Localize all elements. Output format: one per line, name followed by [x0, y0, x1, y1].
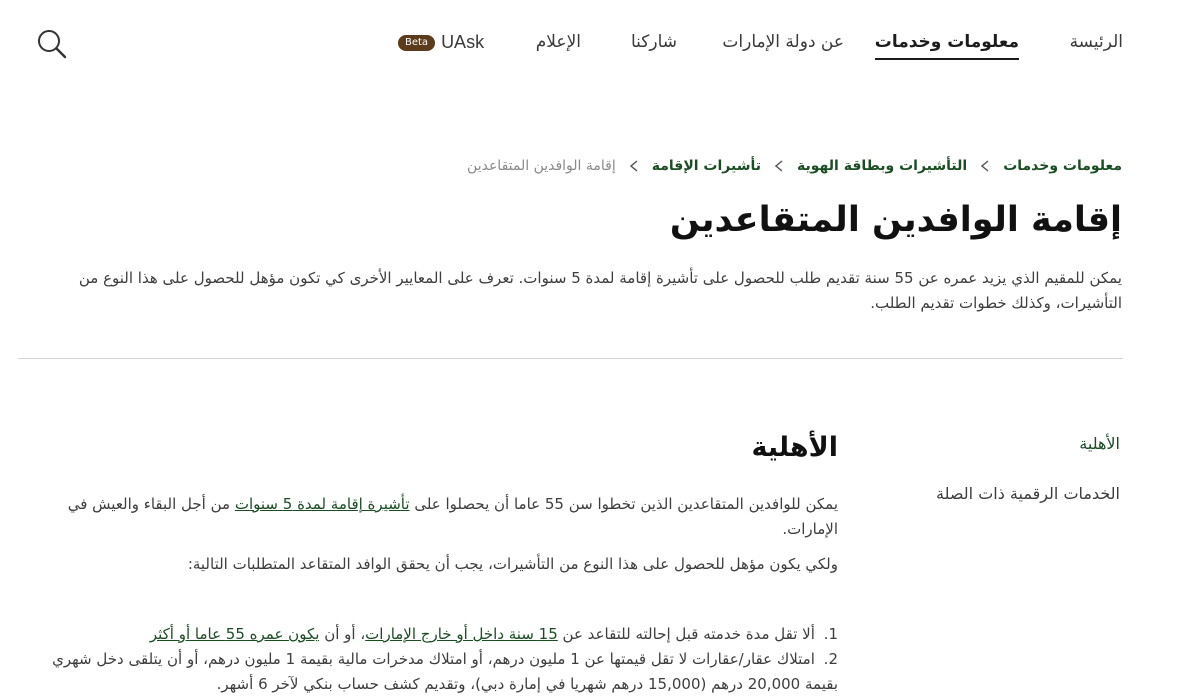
list-item: 2. امتلاك عقار/عقارات لا تقل قيمتها عن 1…: [48, 647, 838, 697]
residence-visa-5-years-link[interactable]: تأشيرة إقامة لمدة 5 سنوات: [235, 495, 410, 513]
service-15-years-link[interactable]: 15 سنة داخل أو خارج الإمارات: [365, 625, 558, 643]
breadcrumb-item-info-services[interactable]: معلومات وخدمات: [1003, 158, 1122, 174]
breadcrumb-item-residence-visas[interactable]: تأشيرات الإقامة: [652, 158, 761, 174]
nav-about-uae[interactable]: عن دولة الإمارات: [722, 32, 844, 52]
list-text: ألا تقل مدة خدمته قبل إحالته للتقاعد عن: [557, 625, 815, 643]
nav-home[interactable]: الرئيسة: [1070, 32, 1123, 52]
search-button[interactable]: [36, 28, 68, 60]
page-title: إقامة الوافدين المتقاعدين: [669, 200, 1122, 240]
list-text: امتلاك عقار/عقارات لا تقل قيمتها عن 1 مل…: [52, 650, 838, 693]
nav-media[interactable]: الإعلام: [536, 32, 581, 52]
nav-info-services[interactable]: معلومات وخدمات: [874, 32, 1020, 60]
list-text: ، أو أن: [319, 625, 366, 643]
list-number: 1.: [823, 625, 838, 643]
nav-uask[interactable]: Beta UAsk: [398, 32, 484, 53]
chevron-left-icon: [775, 160, 783, 172]
beta-badge: Beta: [398, 34, 436, 51]
eligibility-paragraph: يمكن للوافدين المتقاعدين الذين تخطوا سن …: [53, 492, 838, 542]
chevron-left-icon: [981, 160, 989, 172]
list-number: 2.: [823, 650, 838, 668]
section-title: الأهلية: [751, 432, 839, 463]
divider: [18, 358, 1123, 359]
side-menu-digital-services[interactable]: الخدمات الرقمية ذات الصلة: [936, 484, 1120, 503]
search-icon: [38, 30, 67, 59]
breadcrumb-item-visas-id[interactable]: التأشيرات وبطاقة الهوية: [797, 158, 967, 174]
breadcrumb: معلومات وخدمات التأشيرات وبطاقة الهوية ت…: [467, 158, 1122, 174]
list-item: 1. ألا تقل مدة خدمته قبل إحالته للتقاعد …: [48, 622, 838, 647]
side-menu-eligibility[interactable]: الأهلية: [1079, 434, 1120, 453]
page-intro: يمكن للمقيم الذي يزيد عمره عن 55 سنة تقد…: [78, 269, 1122, 312]
chevron-left-icon: [629, 160, 638, 172]
nav-participate[interactable]: شاركنا: [631, 32, 677, 52]
breadcrumb-current: إقامة الوافدين المتقاعدين: [467, 158, 616, 174]
requirements-list: 1. ألا تقل مدة خدمته قبل إحالته للتقاعد …: [48, 622, 838, 697]
top-navigation: الرئيسة معلومات وخدمات عن دولة الإمارات …: [0, 0, 1200, 90]
uask-label: UAsk: [441, 32, 485, 52]
requirements-intro: ولكي يكون مؤهل للحصول على هذا النوع من ا…: [187, 555, 838, 573]
paragraph-text: يمكن للوافدين المتقاعدين الذين تخطوا سن …: [409, 495, 838, 513]
age-55-link[interactable]: يكون عمره 55 عاما أو أكثر: [150, 625, 320, 643]
